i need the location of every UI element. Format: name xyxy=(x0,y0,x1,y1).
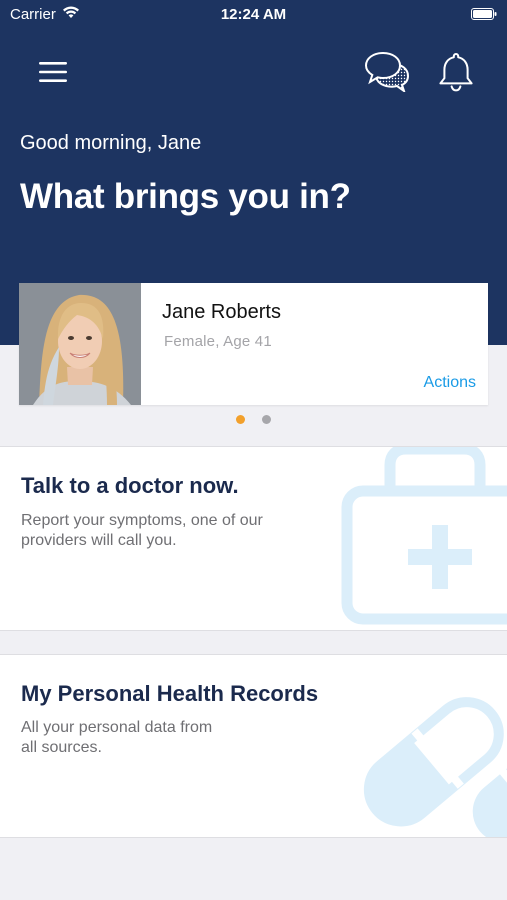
card-description-line: providers will call you. xyxy=(21,532,177,549)
card-description-line: all sources. xyxy=(21,739,102,756)
battery-icon xyxy=(471,8,497,20)
profile-card[interactable]: Jane Roberts Female, Age 41 Actions xyxy=(19,283,488,405)
actions-link[interactable]: Actions xyxy=(424,374,476,392)
page-headline: What brings you in? xyxy=(20,177,351,216)
greeting-text: Good morning, Jane xyxy=(20,132,202,154)
bell-icon[interactable] xyxy=(436,50,476,94)
page-indicator[interactable] xyxy=(0,411,507,429)
avatar xyxy=(19,283,141,405)
card-description-line: Report your symptoms, one of our xyxy=(21,512,263,529)
page-dot-active[interactable] xyxy=(236,415,246,424)
hamburger-menu-icon[interactable] xyxy=(36,58,70,86)
status-time: 12:24 AM xyxy=(220,6,287,23)
health-records-card[interactable]: My Personal Health Records All your pers… xyxy=(0,654,507,838)
page-dot[interactable] xyxy=(261,415,271,424)
pill-icon xyxy=(363,697,507,837)
medical-kit-icon xyxy=(341,447,507,625)
card-title: My Personal Health Records xyxy=(21,681,319,706)
card-description: All your personal data from all sources. xyxy=(21,718,212,758)
chat-icon[interactable] xyxy=(364,50,410,92)
profile-gender-age: Female, Age 41 xyxy=(164,333,272,350)
card-title: Talk to a doctor now. xyxy=(21,473,239,498)
card-description: Report your symptoms, one of our provide… xyxy=(21,511,263,551)
talk-to-doctor-card[interactable]: Talk to a doctor now. Report your sympto… xyxy=(0,446,507,631)
profile-name: Jane Roberts xyxy=(162,301,281,323)
status-bar: Carrier 12:24 AM xyxy=(0,0,507,30)
card-description-line: All your personal data from xyxy=(21,719,213,736)
